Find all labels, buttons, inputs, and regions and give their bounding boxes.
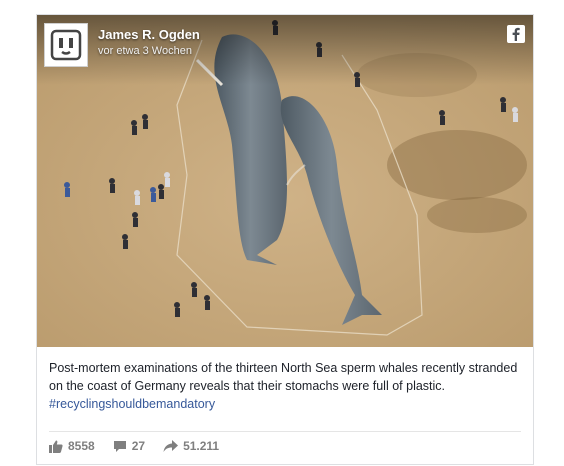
caption-text: Post-mortem examinations of the thirteen… [49,361,518,393]
avatar[interactable] [44,23,88,67]
facebook-icon[interactable] [507,25,525,43]
outlet-logo-icon [50,29,82,61]
shares-count: 51.211 [183,439,220,453]
facebook-post-card: James R. Ogden vor etwa 3 Wochen Post-mo… [36,14,534,465]
post-timestamp[interactable]: vor etwa 3 Wochen [98,45,192,57]
likes-count: 8558 [68,439,95,453]
comments-stat[interactable]: 27 [113,439,145,453]
engagement-stats: 8558 27 51.211 [49,439,237,453]
thumbs-up-icon [49,440,63,453]
divider [49,431,521,432]
comments-count: 27 [131,439,146,453]
share-arrow-icon [163,440,179,452]
likes-stat[interactable]: 8558 [49,439,95,453]
hashtag-link[interactable]: #recyclingshouldbemandatory [49,397,215,411]
comment-icon [113,440,126,452]
shares-stat[interactable]: 51.211 [163,439,219,453]
post-photo[interactable]: James R. Ogden vor etwa 3 Wochen [37,15,533,347]
author-name[interactable]: James R. Ogden [98,27,200,42]
post-caption: Post-mortem examinations of the thirteen… [49,359,523,413]
